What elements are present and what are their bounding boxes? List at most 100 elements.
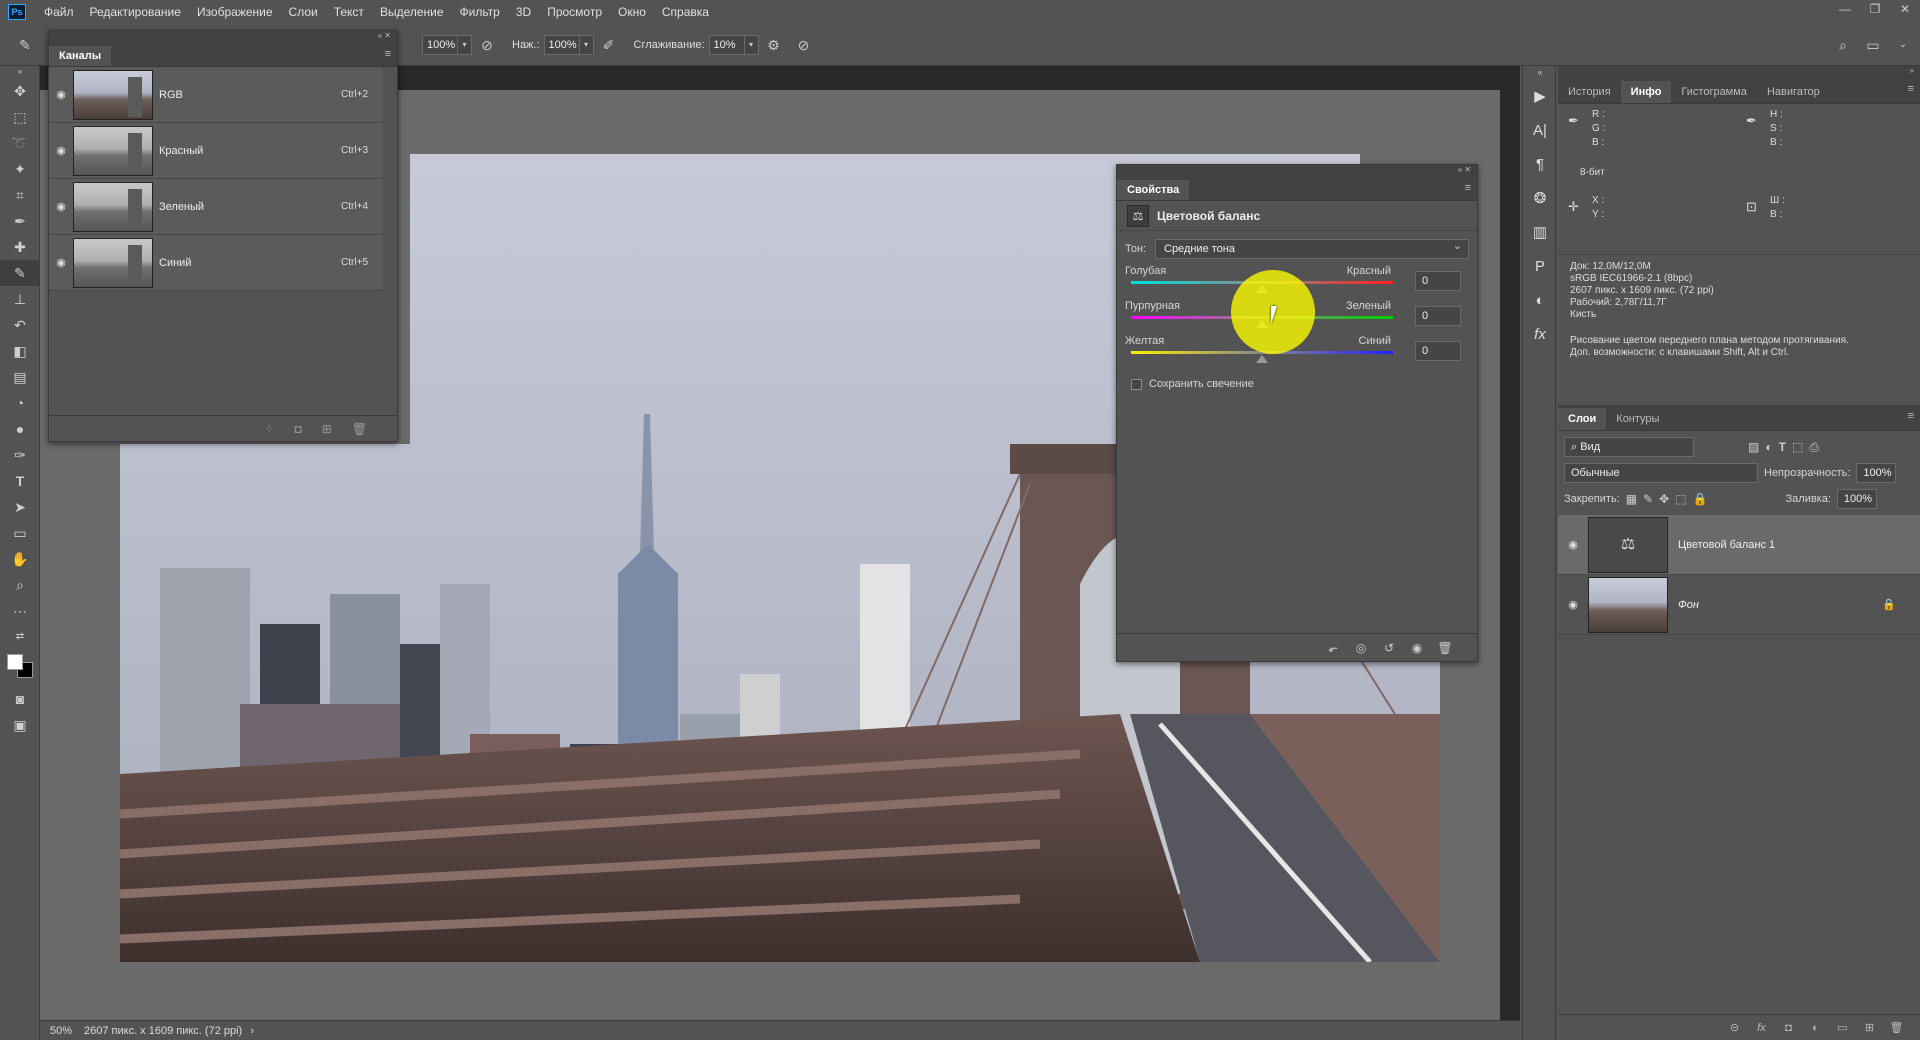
pressure-size-icon[interactable]: ⊘	[793, 34, 815, 56]
character-icon[interactable]: A|	[1523, 114, 1557, 148]
load-selection-icon[interactable]: ⁘	[264, 422, 274, 436]
pen-tool-icon[interactable]: ✑	[0, 442, 40, 468]
magenta-green-slider[interactable]: Пурпурная Зеленый 0	[1125, 298, 1469, 333]
filter-shape-icon[interactable]: ⬚	[1792, 440, 1803, 454]
menu-window[interactable]: Окно	[610, 5, 654, 19]
view-previous-icon[interactable]: ◎	[1347, 641, 1375, 655]
brush-tool-icon[interactable]: ✎	[0, 260, 40, 286]
properties-panel-titlebar[interactable]: « ✕	[1117, 165, 1477, 177]
slider-value-field[interactable]: 0	[1415, 341, 1461, 361]
size-percent-field[interactable]: 100%	[422, 34, 458, 55]
panel-menu-icon[interactable]: ≡	[385, 48, 391, 60]
styles-fx-icon[interactable]: fx	[1523, 318, 1557, 352]
crop-tool-icon[interactable]: ⌗	[0, 182, 40, 208]
slider-value-field[interactable]: 0	[1415, 306, 1461, 326]
slider-knob[interactable]	[1256, 355, 1268, 363]
menu-filter[interactable]: Фильтр	[452, 5, 508, 19]
menu-image[interactable]: Изображение	[189, 5, 281, 19]
eye-icon[interactable]: ◉	[49, 144, 73, 157]
layer-filter-dropdown[interactable]: ⌕ Вид	[1564, 437, 1694, 457]
collapse-icon[interactable]: «	[1458, 165, 1462, 174]
new-channel-icon[interactable]: ⊞	[322, 422, 332, 436]
slider-knob[interactable]	[1256, 285, 1268, 293]
new-group-icon[interactable]: ▭	[1829, 1021, 1856, 1034]
preserve-luminosity-checkbox[interactable]	[1131, 378, 1142, 390]
slider-value-field[interactable]: 0	[1415, 271, 1461, 291]
clip-to-layer-icon[interactable]: ⬐	[1319, 641, 1347, 655]
menu-3d[interactable]: 3D	[508, 5, 539, 19]
tab-channels[interactable]: Каналы	[49, 46, 112, 66]
pressure-dropdown-icon[interactable]: ▾	[579, 34, 594, 55]
visibility-eye-icon[interactable]: ◉	[1403, 641, 1431, 655]
clone-stamp-tool-icon[interactable]: ⊥	[0, 286, 40, 312]
new-layer-icon[interactable]: ⊞	[1856, 1021, 1883, 1034]
eye-icon[interactable]: ◉	[49, 256, 73, 269]
smoothing-dropdown-icon[interactable]: ▾	[744, 34, 759, 55]
lock-image-icon[interactable]: ✎	[1643, 492, 1653, 506]
zoom-level[interactable]: 50%	[40, 1025, 84, 1037]
filter-image-icon[interactable]: ▨	[1748, 440, 1759, 454]
menu-select[interactable]: Выделение	[372, 5, 452, 19]
menu-file[interactable]: Файл	[36, 5, 82, 19]
marquee-tool-icon[interactable]: ⬚	[0, 104, 40, 130]
history-brush-tool-icon[interactable]: ↶	[0, 312, 40, 338]
pressure-field[interactable]: 100%	[543, 34, 580, 55]
lock-position-icon[interactable]: ✥	[1659, 492, 1669, 506]
new-adjustment-icon[interactable]: ◐	[1802, 1022, 1829, 1034]
menu-view[interactable]: Просмотр	[539, 5, 610, 19]
slider-knob[interactable]	[1256, 320, 1268, 328]
magic-wand-tool-icon[interactable]: ✦	[0, 156, 40, 182]
dodge-tool-icon[interactable]: ●	[0, 416, 40, 442]
trash-icon[interactable]: 🗑	[1883, 1021, 1910, 1034]
menu-layers[interactable]: Слои	[281, 5, 326, 19]
smoothing-field[interactable]: 10%	[708, 34, 745, 55]
screen-mode-icon[interactable]: ▣	[0, 712, 40, 738]
link-layers-icon[interactable]: ⊝	[1721, 1021, 1748, 1034]
adjustments-icon[interactable]: ▥	[1523, 216, 1557, 250]
panel-collapse-icon[interactable]: »	[0, 66, 40, 78]
minimize-icon[interactable]: —	[1830, 0, 1860, 20]
opacity-field[interactable]: 100%	[1856, 463, 1897, 483]
trash-icon[interactable]: 🗑	[1431, 641, 1459, 655]
channel-row[interactable]: ◉ Зеленый Ctrl+4	[49, 179, 382, 235]
eye-icon[interactable]: ◉	[49, 88, 73, 101]
collapse-icon[interactable]: «	[378, 31, 382, 40]
tab-history[interactable]: История	[1558, 81, 1621, 103]
filter-smart-icon[interactable]: ⎙	[1809, 440, 1819, 455]
slider-track[interactable]	[1131, 281, 1393, 284]
layer-row[interactable]: ◉ Фон 🔒	[1558, 575, 1920, 635]
chevron-right-icon[interactable]: ›	[250, 1025, 254, 1037]
lock-transparency-icon[interactable]: ▦	[1626, 492, 1637, 506]
slider-track[interactable]	[1131, 351, 1393, 354]
paths-icon[interactable]: P	[1523, 250, 1557, 284]
lock-artboard-icon[interactable]: ⬚	[1675, 492, 1686, 506]
more-tools-icon[interactable]: ⋯	[0, 598, 40, 624]
eye-icon[interactable]: ◉	[49, 200, 73, 213]
fill-field[interactable]: 100%	[1836, 489, 1877, 509]
eye-icon[interactable]: ◉	[1558, 598, 1588, 611]
chevron-down-icon[interactable]: ⌄	[1892, 34, 1914, 56]
workspace-icon[interactable]: ▭	[1862, 34, 1884, 56]
brush-preset-icon[interactable]: ✎	[14, 34, 36, 56]
healing-brush-tool-icon[interactable]: ✚	[0, 234, 40, 260]
menu-type[interactable]: Текст	[326, 5, 372, 19]
play-actions-icon[interactable]: ▶	[1523, 80, 1557, 114]
color-circle-icon[interactable]: ◐	[1523, 284, 1557, 318]
shape-tool-icon[interactable]: ▭	[0, 520, 40, 546]
menu-edit[interactable]: Редактирование	[82, 5, 189, 19]
lock-icon[interactable]: 🔒	[1882, 598, 1896, 611]
swap-colors-icon[interactable]: ⇄	[0, 624, 40, 650]
gear-icon[interactable]: ⚙	[763, 34, 785, 56]
eyedropper-tool-icon[interactable]: ✒	[0, 208, 40, 234]
filter-adjustment-icon[interactable]: ◐	[1765, 440, 1772, 454]
slider-track[interactable]	[1131, 316, 1393, 319]
gradient-tool-icon[interactable]: ▤	[0, 364, 40, 390]
dock-collapse-icon[interactable]: «	[1523, 66, 1557, 80]
eraser-tool-icon[interactable]: ◧	[0, 338, 40, 364]
tab-properties[interactable]: Свойства	[1117, 180, 1190, 200]
tab-layers[interactable]: Слои	[1558, 408, 1607, 430]
airbrush-icon[interactable]: ✐	[598, 34, 620, 56]
restore-icon[interactable]: ❐	[1860, 0, 1890, 20]
close-icon[interactable]: ✕	[1464, 165, 1471, 174]
panel-menu-icon[interactable]: ≡	[1908, 83, 1914, 95]
